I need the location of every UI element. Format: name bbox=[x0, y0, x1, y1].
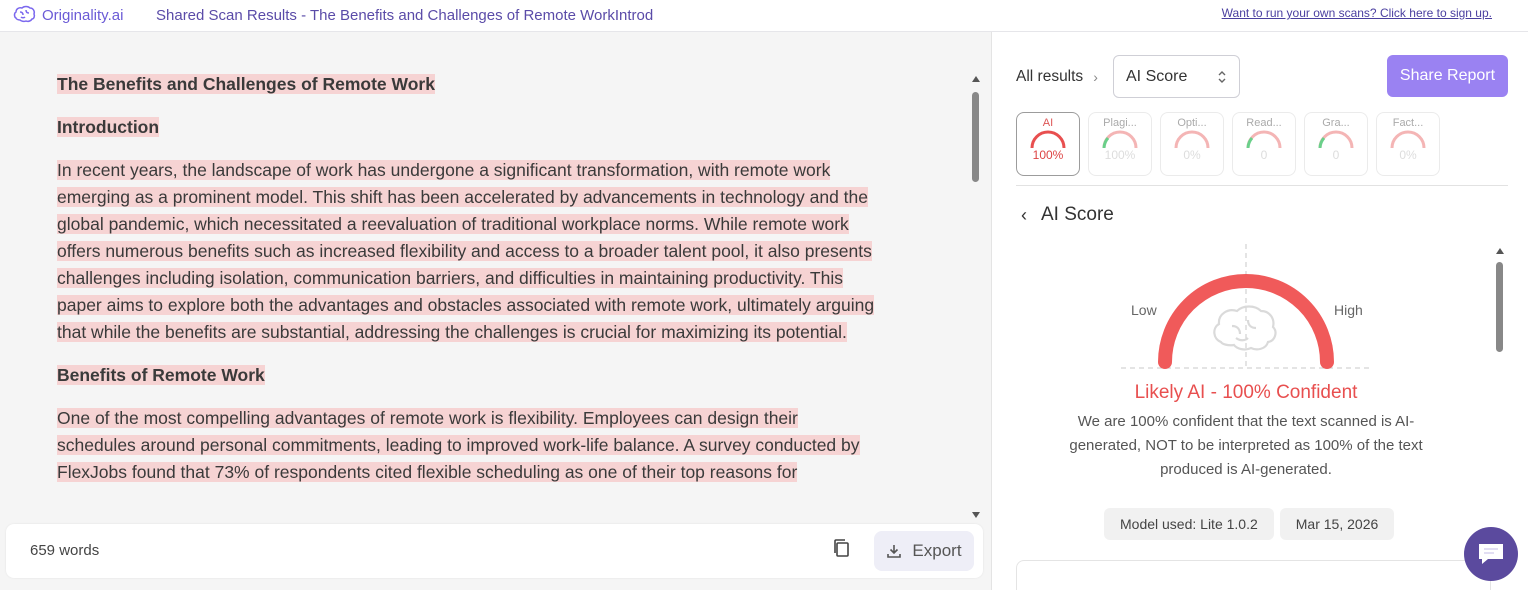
export-button[interactable]: Export bbox=[874, 531, 974, 571]
scan-date-chip: Mar 15, 2026 bbox=[1279, 508, 1395, 540]
model-used-chip: Model used: Lite 1.0.2 bbox=[1104, 508, 1274, 540]
gauge-chart bbox=[1121, 244, 1371, 369]
breadcrumb: All results › bbox=[1016, 68, 1098, 86]
scrollbar-thumb[interactable] bbox=[972, 92, 979, 182]
benefits-paragraph: One of the most compelling advantages of… bbox=[57, 408, 860, 482]
top-bar: Originality.ai Shared Scan Results - The… bbox=[0, 0, 1528, 32]
back-chevron-icon[interactable]: ‹ bbox=[1021, 205, 1027, 226]
scroll-up-icon[interactable] bbox=[972, 76, 980, 82]
tab-value: 0% bbox=[1183, 148, 1201, 162]
tab-value: 0% bbox=[1399, 148, 1417, 162]
gauge-high-label: High bbox=[1334, 302, 1363, 318]
signup-link[interactable]: Want to run your own scans? Click here t… bbox=[1222, 6, 1492, 20]
tab-label: Read... bbox=[1246, 117, 1282, 129]
score-tabs: AI 100% Plagi... 100% Opti... 0% Read...… bbox=[1016, 112, 1508, 186]
page-title: Shared Scan Results - The Benefits and C… bbox=[156, 7, 654, 24]
intro-heading: Introduction bbox=[57, 117, 160, 137]
download-icon bbox=[887, 545, 902, 558]
brand-name: Originality.ai bbox=[42, 6, 124, 24]
brain-icon bbox=[13, 5, 36, 23]
share-report-button[interactable]: Share Report bbox=[1387, 55, 1508, 97]
section-header: ‹ AI Score bbox=[1021, 204, 1114, 226]
document-body: The Benefits and Challenges of Remote Wo… bbox=[57, 71, 877, 502]
copy-icon bbox=[834, 539, 849, 557]
document-footer: 659 words Export bbox=[6, 524, 983, 578]
word-count: 659 words bbox=[30, 542, 100, 559]
brand-logo[interactable]: Originality.ai bbox=[12, 4, 123, 26]
brain-watermark-icon bbox=[1213, 305, 1277, 351]
tab-plagiarism[interactable]: Plagi... 100% bbox=[1088, 112, 1152, 176]
mini-gauge-icon bbox=[1174, 130, 1210, 149]
scan-meta: Model used: Lite 1.0.2 Mar 15, 2026 bbox=[1104, 508, 1395, 540]
tab-readability[interactable]: Read... 0 bbox=[1232, 112, 1296, 176]
tab-grammar[interactable]: Gra... 0 bbox=[1304, 112, 1368, 176]
tab-fact-check[interactable]: Fact... 0% bbox=[1376, 112, 1440, 176]
document-scroll-area[interactable]: The Benefits and Challenges of Remote Wo… bbox=[0, 32, 984, 518]
tab-label: Plagi... bbox=[1103, 117, 1137, 129]
results-scrollbar[interactable] bbox=[1495, 248, 1505, 568]
tab-ai[interactable]: AI 100% bbox=[1016, 112, 1080, 176]
chat-button[interactable] bbox=[1464, 527, 1518, 581]
tab-label: AI bbox=[1042, 117, 1054, 129]
view-select[interactable]: AI Score bbox=[1113, 55, 1240, 98]
chat-bubble-icon bbox=[1479, 544, 1503, 564]
tab-optimization[interactable]: Opti... 0% bbox=[1160, 112, 1224, 176]
scroll-up-icon[interactable] bbox=[1496, 248, 1504, 254]
section-title: AI Score bbox=[1041, 204, 1114, 225]
benefits-heading: Benefits of Remote Work bbox=[57, 365, 265, 385]
scroll-down-icon[interactable] bbox=[972, 512, 980, 518]
ai-score-gauge: Low High Likely AI - 100% Confident We a… bbox=[1016, 242, 1496, 572]
tab-label: Fact... bbox=[1392, 117, 1424, 129]
mini-gauge-icon bbox=[1390, 130, 1426, 149]
scrollbar-thumb[interactable] bbox=[1496, 262, 1503, 352]
document-title: The Benefits and Challenges of Remote Wo… bbox=[57, 74, 435, 94]
tab-value: 0 bbox=[1332, 148, 1340, 162]
view-select-value: AI Score bbox=[1126, 67, 1188, 85]
results-pane: All results › AI Score Share Report AI 1… bbox=[993, 32, 1528, 590]
copy-button[interactable] bbox=[832, 538, 854, 562]
intro-paragraph: In recent years, the landscape of work h… bbox=[57, 160, 875, 342]
gauge-low-label: Low bbox=[1131, 302, 1157, 318]
next-card bbox=[1016, 560, 1491, 590]
tab-value: 100% bbox=[1104, 148, 1136, 162]
chevron-right-icon: › bbox=[1093, 69, 1098, 85]
breadcrumb-all-results[interactable]: All results bbox=[1016, 68, 1083, 86]
tab-label: Gra... bbox=[1322, 117, 1350, 129]
mini-gauge-icon bbox=[1030, 130, 1066, 149]
document-scrollbar[interactable] bbox=[970, 72, 982, 518]
verdict-description: We are 100% confident that the text scan… bbox=[1069, 413, 1423, 478]
tab-value: 0 bbox=[1260, 148, 1268, 162]
verdict-text: Likely AI - 100% Confident bbox=[1134, 382, 1358, 403]
mini-gauge-icon bbox=[1318, 130, 1354, 149]
tab-label: Opti... bbox=[1177, 117, 1207, 129]
export-label: Export bbox=[912, 541, 962, 560]
tab-value: 100% bbox=[1032, 148, 1064, 162]
sort-chevrons-icon bbox=[1218, 70, 1226, 83]
mini-gauge-icon bbox=[1246, 130, 1282, 149]
document-pane: The Benefits and Challenges of Remote Wo… bbox=[0, 32, 992, 590]
mini-gauge-icon bbox=[1102, 130, 1138, 149]
